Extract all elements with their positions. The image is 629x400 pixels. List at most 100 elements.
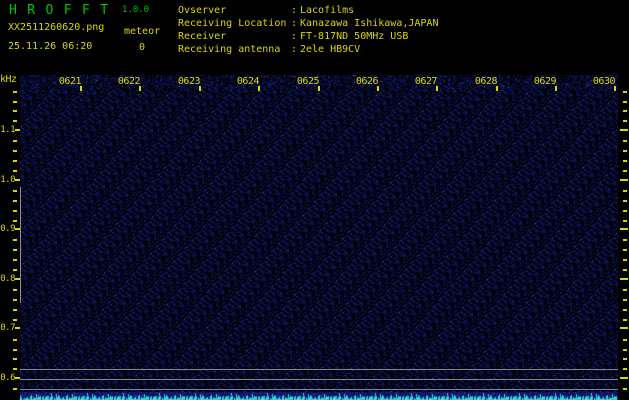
freq-major-tick-right: [620, 278, 628, 280]
freq-minor-tick-right: [623, 269, 627, 271]
freq-major-tick: [15, 278, 20, 280]
info-value: 2ele HB9CV: [300, 44, 361, 55]
info-separator: :: [290, 31, 298, 42]
freq-minor-tick: [13, 190, 17, 192]
freq-minor-tick: [13, 101, 17, 103]
filename-label: XX2511260620.png: [8, 22, 105, 33]
minute-tick: [436, 86, 438, 91]
station-info-block: Ovserver: Lacofilms Receiving Location: Kan…: [178, 4, 438, 56]
freq-minor-tick-right: [623, 200, 627, 202]
hrofft-window: H R O F F T 1.0.0 XX2511260620.png meteo…: [0, 0, 629, 400]
info-label: Receiving Location: [178, 18, 287, 29]
info-row: Receiver: FT-817ND 50MHz USB: [178, 30, 438, 43]
freq-minor-tick: [13, 140, 17, 142]
reference-line: [20, 389, 618, 390]
time-tick-label: 0629: [533, 76, 557, 87]
freq-minor-tick-right: [623, 249, 627, 251]
info-row: Receiving antenna:2ele HB9CV: [178, 43, 438, 56]
left-margin-vertical-line: [20, 187, 21, 303]
freq-minor-tick: [13, 339, 17, 341]
freq-minor-tick: [13, 210, 17, 212]
freq-minor-tick: [13, 239, 17, 241]
info-value: Kanazawa Ishikawa,JAPAN: [300, 18, 439, 29]
freq-minor-tick: [13, 200, 17, 202]
minute-tick: [377, 86, 379, 91]
freq-minor-tick-right: [623, 349, 627, 351]
minute-tick: [555, 86, 557, 91]
freq-minor-tick-right: [623, 368, 627, 370]
freq-minor-tick: [13, 150, 17, 152]
freq-major-tick: [15, 327, 20, 329]
freq-tick-label: 0.7: [0, 323, 15, 333]
freq-minor-tick-right: [623, 309, 627, 311]
info-label: Ovserver: [178, 5, 227, 16]
minute-tick: [139, 86, 141, 91]
app-title: H R O F F T: [9, 3, 110, 18]
freq-tick-label: 0.9: [0, 224, 15, 234]
freq-major-tick: [15, 228, 20, 230]
freq-major-tick: [15, 179, 20, 181]
freq-minor-tick-right: [623, 170, 627, 172]
freq-major-tick-right: [620, 377, 628, 379]
freq-minor-tick-right: [623, 299, 627, 301]
freq-minor-tick: [13, 249, 17, 251]
spectrogram-canvas: [20, 75, 618, 400]
freq-minor-tick-right: [623, 190, 627, 192]
reference-line: [20, 379, 618, 380]
freq-minor-tick: [13, 160, 17, 162]
datetime-label: 25.11.26 06:20: [8, 41, 93, 52]
minute-tick: [80, 86, 82, 91]
freq-minor-tick-right: [623, 160, 627, 162]
freq-minor-tick: [13, 110, 17, 112]
freq-major-tick-right: [620, 129, 628, 131]
time-tick-label: 0623: [177, 76, 201, 87]
time-tick-label: 0624: [236, 76, 260, 87]
freq-minor-tick-right: [623, 91, 627, 93]
freq-major-tick-right: [620, 179, 628, 181]
minute-tick: [318, 86, 320, 91]
time-tick-label: 0626: [355, 76, 379, 87]
time-tick-label: 0622: [117, 76, 141, 87]
freq-minor-tick: [13, 309, 17, 311]
freq-minor-tick-right: [623, 239, 627, 241]
freq-minor-tick: [13, 220, 17, 222]
freq-tick-label: 0.6: [0, 373, 15, 383]
time-tick-label: 0627: [414, 76, 438, 87]
freq-minor-tick: [13, 120, 17, 122]
freq-major-tick-right: [620, 327, 628, 329]
info-separator: :: [290, 5, 298, 16]
freq-minor-tick: [13, 170, 17, 172]
freq-minor-tick: [13, 299, 17, 301]
freq-major-tick: [15, 129, 20, 131]
freq-minor-tick-right: [623, 358, 627, 360]
freq-minor-tick-right: [623, 110, 627, 112]
freq-minor-tick-right: [623, 339, 627, 341]
reference-line: [20, 369, 618, 370]
freq-minor-tick: [13, 368, 17, 370]
freq-tick-label: 1.0: [0, 175, 15, 185]
freq-minor-tick: [13, 91, 17, 93]
freq-minor-tick-right: [623, 101, 627, 103]
version-label: 1.0.0: [122, 5, 150, 15]
info-row: Receiving Location: Kanazawa Ishikawa,JAP…: [178, 17, 438, 30]
freq-major-tick-right: [620, 228, 628, 230]
info-value: Lacofilms: [300, 5, 355, 16]
freq-minor-tick: [13, 259, 17, 261]
meteor-count: 0: [139, 42, 146, 53]
info-label: Receiver: [178, 31, 227, 42]
freq-minor-tick: [13, 349, 17, 351]
freq-minor-tick-right: [623, 140, 627, 142]
freq-minor-tick-right: [623, 319, 627, 321]
freq-minor-tick-right: [623, 220, 627, 222]
mode-label: meteor: [124, 26, 161, 37]
freq-minor-tick-right: [623, 150, 627, 152]
freq-minor-tick-right: [623, 259, 627, 261]
freq-minor-tick-right: [623, 210, 627, 212]
time-tick-label: 0630: [592, 76, 616, 87]
freq-minor-tick: [13, 319, 17, 321]
info-value: FT-817ND 50MHz USB: [300, 31, 409, 42]
freq-minor-tick-right: [623, 388, 627, 390]
freq-tick-label: 1.1: [0, 125, 15, 135]
freq-minor-tick: [13, 269, 17, 271]
freq-minor-tick-right: [623, 289, 627, 291]
